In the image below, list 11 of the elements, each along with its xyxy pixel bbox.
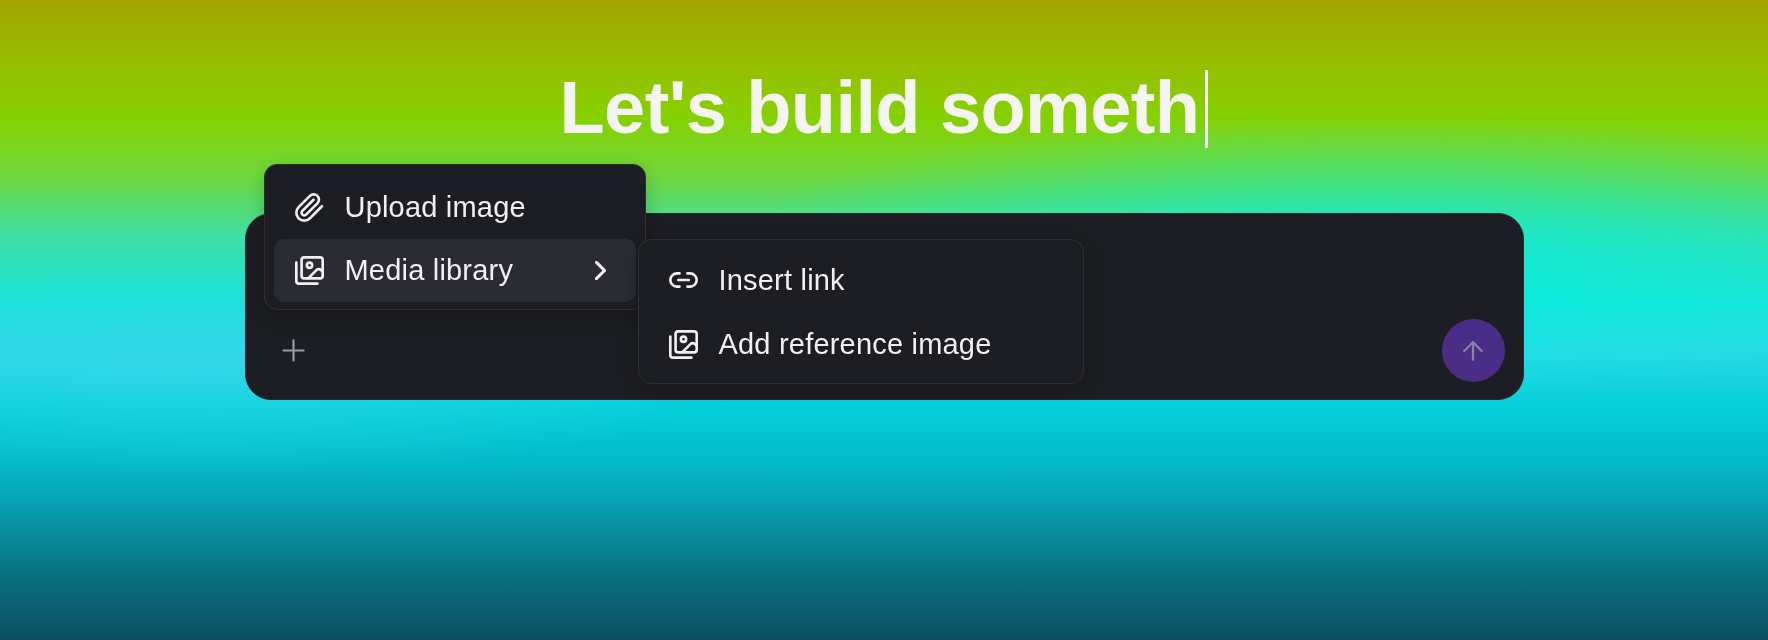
- menu-item[interactable]: Media library: [273, 239, 636, 302]
- link-icon: [668, 272, 698, 288]
- paperclip-icon: [294, 193, 324, 222]
- menu-item[interactable]: Upload image: [273, 176, 636, 239]
- image-stack-icon: [294, 256, 324, 285]
- plus-icon: [282, 339, 305, 362]
- menu-item[interactable]: Add reference image: [647, 312, 1074, 376]
- menu-item[interactable]: Insert link: [647, 248, 1074, 312]
- chevron-right-icon: [594, 261, 606, 280]
- image-stack-icon: [668, 329, 698, 359]
- heading: Let's build someth: [559, 65, 1200, 150]
